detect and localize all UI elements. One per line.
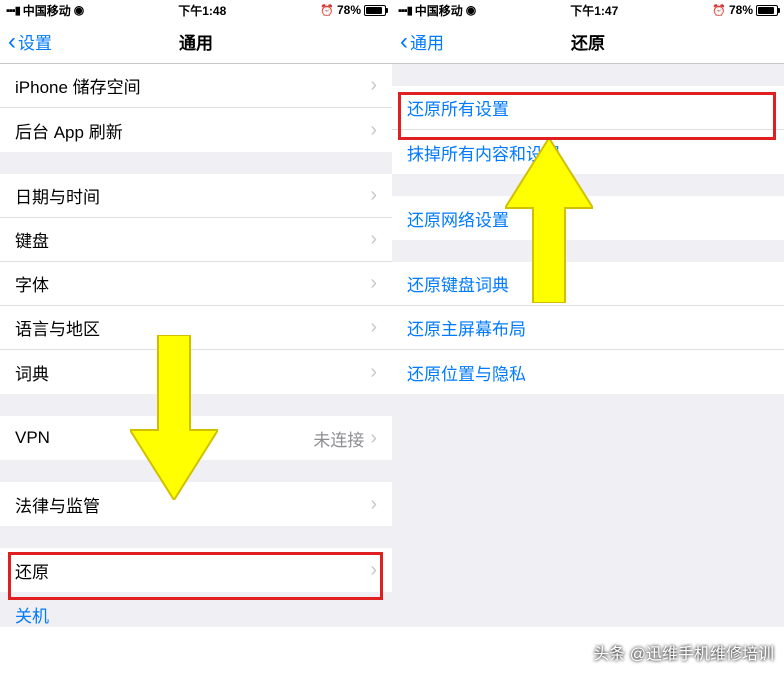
row-reset-home-layout[interactable]: 还原主屏幕布局 [392,306,784,350]
status-bar: ▪▪▪▮ 中国移动 ◉ 下午1:48 ⏰ 78% [0,0,392,20]
row-keyboard[interactable]: 键盘 › [0,218,392,262]
chevron-right-icon: › [370,272,377,295]
row-shutdown[interactable]: 关机 [0,592,392,627]
row-label: 还原位置与隐私 [407,360,526,385]
section-legal: 法律与监管 › [0,482,392,526]
battery-icon [756,5,778,16]
wifi-icon: ◉ [74,3,84,17]
section-reset-network: 还原网络设置 [392,196,784,240]
row-label: 还原键盘词典 [407,271,509,296]
row-erase-all[interactable]: 抹掉所有内容和设置 [392,130,784,174]
row-reset-network[interactable]: 还原网络设置 [392,196,784,240]
wifi-icon: ◉ [466,3,476,17]
row-label: 还原所有设置 [407,95,509,120]
row-reset[interactable]: 还原 › [0,548,392,592]
vpn-status: 未连接 [313,426,364,451]
nav-title: 还原 [392,29,784,54]
row-date-time[interactable]: 日期与时间 › [0,174,392,218]
carrier-label: 中国移动 [415,2,463,19]
nav-bar: ‹ 通用 还原 [392,20,784,64]
battery-label: 78% [337,3,361,17]
phone-left-general: ▪▪▪▮ 中国移动 ◉ 下午1:48 ⏰ 78% ‹ 设置 通用 iPhone … [0,0,392,627]
row-dictionary[interactable]: 词典 › [0,350,392,394]
carrier-label: 中国移动 [23,2,71,19]
section-reset: 还原 › [0,548,392,592]
alarm-icon: ⏰ [712,4,726,17]
row-label: 语言与地区 [15,315,100,340]
battery-label: 78% [729,3,753,17]
row-label: 法律与监管 [15,492,100,517]
time-label: 下午1:48 [178,2,226,19]
back-label: 通用 [410,29,444,54]
row-fonts[interactable]: 字体 › [0,262,392,306]
row-label: 日期与时间 [15,183,100,208]
row-background-refresh[interactable]: 后台 App 刷新 › [0,108,392,152]
chevron-right-icon: › [370,361,377,384]
back-button[interactable]: ‹ 通用 [392,29,444,54]
row-iphone-storage[interactable]: iPhone 储存空间 › [0,64,392,108]
shutdown-label: 关机 [15,607,49,626]
section-input: 日期与时间 › 键盘 › 字体 › 语言与地区 › 词典 › [0,174,392,394]
chevron-right-icon: › [370,559,377,582]
chevron-right-icon: › [370,427,377,450]
section-reset-all: 还原所有设置 抹掉所有内容和设置 [392,86,784,174]
row-label: 还原主屏幕布局 [407,315,526,340]
row-language-region[interactable]: 语言与地区 › [0,306,392,350]
time-label: 下午1:47 [570,2,618,19]
chevron-right-icon: › [370,316,377,339]
section-reset-other: 还原键盘词典 还原主屏幕布局 还原位置与隐私 [392,262,784,394]
back-label: 设置 [18,29,52,54]
row-reset-location-privacy[interactable]: 还原位置与隐私 [392,350,784,394]
row-vpn[interactable]: VPN 未连接 › [0,416,392,460]
status-bar: ▪▪▪▮ 中国移动 ◉ 下午1:47 ⏰ 78% [392,0,784,20]
nav-title: 通用 [0,29,392,54]
row-label: 词典 [15,360,49,385]
chevron-right-icon: › [370,493,377,516]
signal-icon: ▪▪▪▮ [398,4,412,17]
row-reset-all-settings[interactable]: 还原所有设置 [392,86,784,130]
nav-bar: ‹ 设置 通用 [0,20,392,64]
row-label: 还原网络设置 [407,206,509,231]
chevron-left-icon: ‹ [8,30,16,54]
chevron-right-icon: › [370,74,377,97]
watermark: 头条 @迅维手机维修培训 [593,640,774,664]
row-label: 还原 [15,558,49,583]
chevron-right-icon: › [370,119,377,142]
back-button[interactable]: ‹ 设置 [0,29,52,54]
row-label: iPhone 储存空间 [15,73,141,98]
row-label: 后台 App 刷新 [15,118,123,143]
section-storage: iPhone 储存空间 › 后台 App 刷新 › [0,64,392,152]
battery-icon [364,5,386,16]
chevron-left-icon: ‹ [400,30,408,54]
signal-icon: ▪▪▪▮ [6,4,20,17]
alarm-icon: ⏰ [320,4,334,17]
row-label: VPN [15,428,50,448]
row-reset-keyboard-dict[interactable]: 还原键盘词典 [392,262,784,306]
row-legal[interactable]: 法律与监管 › [0,482,392,526]
section-vpn: VPN 未连接 › [0,416,392,460]
chevron-right-icon: › [370,228,377,251]
row-label: 抹掉所有内容和设置 [407,140,560,165]
row-label: 字体 [15,271,49,296]
row-label: 键盘 [15,227,49,252]
phone-right-reset: ▪▪▪▮ 中国移动 ◉ 下午1:47 ⏰ 78% ‹ 通用 还原 还原所有设置 [392,0,784,627]
chevron-right-icon: › [370,184,377,207]
